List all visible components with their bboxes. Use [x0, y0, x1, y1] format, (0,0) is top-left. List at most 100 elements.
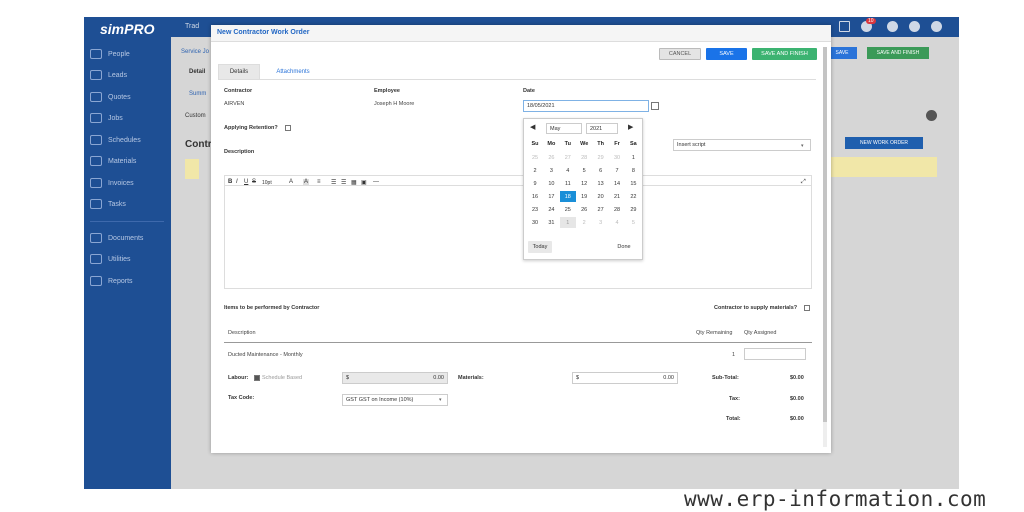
labour-input[interactable]: $ 0.00	[342, 372, 448, 384]
qty-assigned-input[interactable]	[744, 348, 806, 360]
indent-icon[interactable]: ☰	[341, 179, 346, 186]
calendar-day[interactable]: 4	[609, 217, 625, 228]
calendar-day[interactable]: 2	[576, 217, 592, 228]
horizontal-rule-icon[interactable]: —	[373, 179, 379, 185]
calendar-day[interactable]: 31	[543, 217, 559, 228]
calendar-day[interactable]: 9	[527, 178, 543, 189]
bold-icon[interactable]: B	[228, 179, 232, 185]
calendar-day[interactable]: 18	[559, 191, 576, 202]
calendar-day[interactable]: 7	[609, 165, 625, 176]
calendar-day[interactable]: 27	[593, 204, 609, 215]
calendar-day[interactable]: 28	[576, 152, 592, 163]
calendar-day[interactable]: 28	[609, 204, 625, 215]
calendar-day[interactable]: 12	[576, 178, 592, 189]
calendar-day[interactable]: 22	[625, 191, 641, 202]
done-button[interactable]: Done	[612, 241, 636, 253]
summary-link[interactable]: Summ	[189, 91, 206, 97]
sidebar-item-people[interactable]: People	[90, 47, 168, 61]
save-and-finish-button[interactable]: SAVE AND FINISH	[752, 48, 817, 60]
calendar-day[interactable]: 24	[543, 204, 559, 215]
save-button[interactable]: SAVE	[706, 48, 747, 60]
calendar-day[interactable]: 3	[543, 165, 559, 176]
calendar-day[interactable]: 30	[609, 152, 625, 163]
calendar-day[interactable]: 14	[609, 178, 625, 189]
insert-script-select[interactable]: Insert script	[673, 139, 811, 151]
calendar-day[interactable]: 17	[543, 191, 559, 202]
bg-save-finish-button[interactable]: SAVE AND FINISH	[867, 47, 929, 59]
tab-details-bg[interactable]: Detail	[189, 69, 205, 75]
employee-value[interactable]: Joseph H Moore	[374, 101, 414, 107]
calendar-day[interactable]: 21	[609, 191, 625, 202]
font-color-icon[interactable]: A	[289, 179, 293, 185]
user-icon[interactable]	[931, 21, 942, 32]
calendar-day[interactable]: 26	[543, 152, 559, 163]
calendar-day[interactable]: 8	[625, 165, 641, 176]
strikethrough-icon[interactable]: S	[252, 179, 256, 185]
retention-checkbox[interactable]	[285, 125, 291, 131]
calendar-day[interactable]: 5	[625, 217, 641, 228]
font-size-select[interactable]: 10pt	[262, 180, 272, 186]
bookmark-icon[interactable]	[839, 21, 850, 32]
date-input[interactable]: 18/05/2021	[523, 100, 649, 112]
calendar-day[interactable]: 25	[560, 204, 576, 215]
schedule-based-checkbox[interactable]	[254, 375, 260, 381]
sidebar-item-reports[interactable]: Reports	[90, 274, 168, 288]
calendar-day[interactable]: 1	[625, 152, 641, 163]
cancel-button[interactable]: CANCEL	[659, 48, 701, 60]
sidebar-item-utilities[interactable]: Utilities	[90, 252, 168, 266]
sidebar-item-documents[interactable]: Documents	[90, 231, 168, 245]
calendar-day[interactable]: 4	[560, 165, 576, 176]
supply-materials-checkbox[interactable]	[804, 305, 810, 311]
help-icon[interactable]	[887, 21, 898, 32]
new-work-order-button[interactable]: NEW WORK ORDER	[845, 137, 923, 149]
calendar-day[interactable]: 16	[527, 191, 543, 202]
fullscreen-icon[interactable]: ⤢	[801, 179, 806, 186]
calendar-day[interactable]: 2	[527, 165, 543, 176]
sidebar-item-tasks[interactable]: Tasks	[90, 197, 168, 211]
materials-input[interactable]: $ 0.00	[572, 372, 678, 384]
calendar-day[interactable]: 5	[576, 165, 592, 176]
calendar-day[interactable]: 25	[527, 152, 543, 163]
today-button[interactable]: Today	[528, 241, 552, 253]
service-job-link[interactable]: Service Jo	[181, 49, 209, 55]
bg-save-button[interactable]: SAVE	[827, 47, 857, 59]
month-select[interactable]: May	[546, 123, 582, 134]
contractor-value[interactable]: AIRVEN	[224, 101, 244, 107]
calendar-day[interactable]: 23	[527, 204, 543, 215]
tax-code-select[interactable]: GST GST on Income (10%)	[342, 394, 448, 406]
sidebar-item-invoices[interactable]: Invoices	[90, 176, 168, 190]
image-icon[interactable]: ▣	[361, 179, 367, 186]
calendar-day[interactable]: 13	[593, 178, 609, 189]
calendar-day[interactable]: 20	[593, 191, 609, 202]
calendar-day[interactable]: 11	[560, 178, 576, 189]
calendar-icon[interactable]	[651, 102, 659, 110]
highlight-icon[interactable]: A	[303, 179, 310, 185]
calendar-day[interactable]: 6	[593, 165, 609, 176]
sidebar-item-materials[interactable]: Materials	[90, 154, 168, 168]
calendar-day[interactable]: 30	[527, 217, 543, 228]
calendar-day[interactable]: 29	[593, 152, 609, 163]
sidebar-item-schedules[interactable]: Schedules	[90, 133, 168, 147]
modal-scrollbar-thumb[interactable]	[823, 47, 827, 422]
table-icon[interactable]: ▦	[351, 179, 357, 186]
year-select[interactable]: 2021	[586, 123, 618, 134]
calendar-day[interactable]: 26	[576, 204, 592, 215]
calendar-day[interactable]: 3	[593, 217, 609, 228]
underline-icon[interactable]: U	[244, 179, 248, 185]
tab-details[interactable]: Details	[218, 64, 260, 79]
next-month-icon[interactable]: ▶	[628, 123, 633, 131]
sidebar-item-jobs[interactable]: Jobs	[90, 111, 168, 125]
sidebar-item-quotes[interactable]: Quotes	[90, 90, 168, 104]
calendar-day[interactable]: 1	[559, 217, 576, 228]
options-icon[interactable]	[926, 110, 937, 121]
sidebar-item-leads[interactable]: Leads	[90, 68, 168, 82]
align-icon[interactable]: ≡	[317, 179, 321, 185]
calendar-day[interactable]: 29	[625, 204, 641, 215]
prev-month-icon[interactable]: ◀	[530, 123, 535, 131]
calendar-day[interactable]: 10	[543, 178, 559, 189]
calendar-day[interactable]: 15	[625, 178, 641, 189]
description-editor[interactable]	[224, 175, 812, 289]
tab-attachments[interactable]: Attachments	[263, 64, 323, 79]
italic-icon[interactable]: I	[236, 179, 238, 185]
list-icon[interactable]: ☰	[331, 179, 336, 186]
